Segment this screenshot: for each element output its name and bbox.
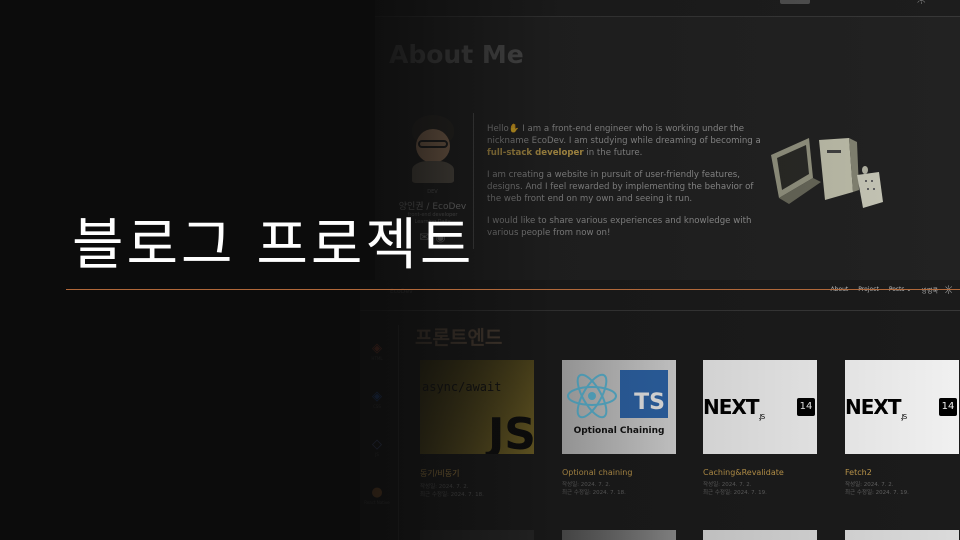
bio-paragraph: I am creating a website in pursuit of us… — [487, 170, 754, 204]
html-icon: ◈ — [372, 341, 382, 356]
slide-title: 블로그 프로젝트 — [72, 213, 475, 278]
rail-item-js[interactable]: ◇ JS — [364, 437, 390, 457]
version-badge: 14 — [797, 398, 815, 416]
slide: ☼ About Me DEV 양인권 / EcoDev front-end de… — [0, 0, 960, 540]
nextjs-logo-icon: NEXT.JS — [845, 395, 907, 421]
post-thumbnail: NEXT.JS 14 — [703, 360, 817, 454]
nav-about[interactable]: About — [831, 286, 849, 295]
rail-item-react[interactable]: ● React Native — [364, 485, 390, 505]
post-meta: 작성일: 2024. 7. 2. 최근 수정일: 2024. 7. 19. — [703, 482, 767, 496]
post-card-partial[interactable] — [562, 530, 676, 540]
nextjs-logo-icon: NEXT.JS — [703, 395, 765, 421]
profile-tag: DEV — [427, 189, 438, 195]
thumbnail-code: async/await — [422, 380, 502, 394]
post-card-partial[interactable] — [703, 530, 817, 540]
bio-text: Hello✋ I am a front-end engineer who is … — [487, 123, 762, 249]
js-icon: ◇ — [372, 437, 382, 452]
post-meta: 작성일: 2024. 7. 2. 최근 수정일: 2024. 7. 19. — [845, 482, 909, 496]
post-card[interactable]: NEXT.JS 14 Caching&Revalidate 작성일: 2024.… — [703, 360, 817, 497]
accent-divider — [66, 289, 960, 290]
nav-posts[interactable]: Posts ⌄ — [889, 286, 912, 295]
rail-item-css[interactable]: ◈ CSS — [364, 389, 390, 409]
bio-paragraph: Hello✋ I am a front-end engineer who is … — [487, 124, 761, 158]
version-badge: 14 — [939, 398, 957, 416]
post-title[interactable]: Caching&Revalidate — [703, 468, 817, 477]
top-nav-bar: ☼ — [375, 0, 960, 17]
nav-divider — [360, 310, 960, 311]
section-title: 프론트엔드 — [415, 327, 503, 349]
ts-logo-icon: TS — [620, 370, 668, 418]
css-icon: ◈ — [372, 389, 382, 404]
bio-paragraph: I would like to share various experience… — [487, 216, 752, 238]
computer-illustration — [771, 138, 883, 208]
blog-nav: About Project Posts ⌄ 방명록 ☼ — [831, 283, 954, 297]
post-thumbnail: TS Optional Chaining — [562, 360, 676, 454]
rail-divider — [398, 325, 399, 540]
theme-toggle-icon[interactable]: ☼ — [943, 283, 954, 297]
post-title[interactable]: 동기/비동기 — [420, 468, 534, 479]
post-card[interactable]: async/await JS 동기/비동기 작성일: 2024. 7. 2. 최… — [420, 360, 534, 499]
post-title[interactable]: Fetch2 — [845, 468, 959, 477]
avatar — [406, 113, 460, 187]
about-heading: About Me — [389, 40, 524, 69]
nav-guestbook[interactable]: 방명록 — [921, 286, 938, 295]
nav-project[interactable]: Project — [858, 286, 879, 295]
thumbnail-caption: Optional Chaining — [573, 426, 665, 436]
theme-toggle-icon[interactable]: ☼ — [915, 0, 928, 8]
post-meta: 작성일: 2024. 7. 2. 최근 수정일: 2024. 7. 18. — [562, 482, 626, 496]
bio-highlight: full-stack developer — [487, 148, 584, 158]
rail-item-html[interactable]: ◈ HTML — [364, 341, 390, 361]
js-logo-icon: JS — [487, 409, 534, 454]
nav-button[interactable] — [780, 0, 810, 4]
frontend-posts-screenshot: EcoDev About Project Posts ⌄ 방명록 ☼ ◈ HTM… — [360, 280, 960, 540]
post-card-partial[interactable] — [420, 530, 534, 540]
post-meta: 작성일: 2024. 7. 2. 최근 수정일: 2024. 7. 18. — [420, 484, 484, 498]
post-card[interactable]: TS Optional Chaining Optional chaining 작… — [562, 360, 676, 497]
post-title[interactable]: Optional chaining — [562, 468, 676, 477]
post-card-partial[interactable] — [845, 530, 959, 540]
react-icon: ● — [371, 485, 383, 500]
post-thumbnail: async/await JS — [420, 360, 534, 454]
post-card[interactable]: NEXT.JS 14 Fetch2 작성일: 2024. 7. 2. 최근 수정… — [845, 360, 959, 497]
react-logo-icon — [567, 373, 617, 419]
post-thumbnail: NEXT.JS 14 — [845, 360, 959, 454]
